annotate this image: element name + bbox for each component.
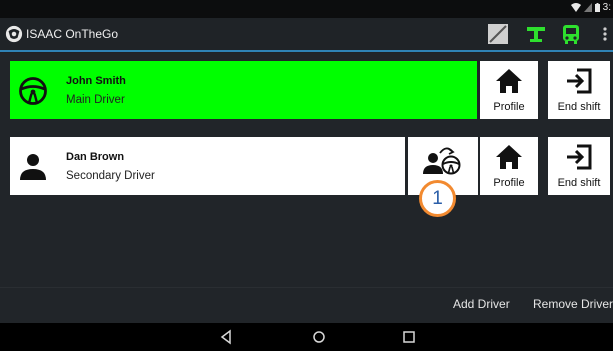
steering-wheel-icon — [19, 77, 47, 105]
driver-name: John Smith — [66, 75, 126, 87]
drivers-panel: John Smith Main Driver Profile End shift… — [0, 53, 613, 323]
recent-apps-icon[interactable] — [401, 329, 417, 345]
home-nav-icon[interactable] — [311, 329, 327, 345]
signal-icon — [583, 3, 592, 12]
battery-icon — [594, 3, 600, 12]
end-shift-label: End shift — [557, 177, 601, 189]
home-icon — [496, 145, 522, 169]
app-logo-icon — [5, 25, 23, 43]
add-driver-button[interactable]: Add Driver — [453, 297, 510, 311]
system-nav-bar — [0, 323, 613, 351]
app-title: ISAAC OnTheGo — [26, 27, 119, 41]
back-icon[interactable] — [218, 329, 234, 345]
home-icon — [496, 69, 522, 93]
callout-badge: 1 — [419, 180, 456, 217]
profile-button-secondary[interactable]: Profile — [480, 137, 538, 195]
end-shift-button-main[interactable]: End shift — [548, 61, 610, 119]
driver-role: Main Driver — [66, 94, 125, 106]
more-menu-icon[interactable] — [600, 23, 610, 45]
driver-name: Dan Brown — [66, 151, 125, 163]
bottom-action-bar: Add Driver Remove Driver — [0, 287, 613, 323]
exit-icon — [567, 144, 592, 170]
switch-to-main-driver-icon — [423, 147, 461, 175]
person-icon — [20, 154, 46, 180]
end-shift-button-secondary[interactable]: End shift — [548, 137, 610, 195]
no-signal-icon[interactable] — [487, 23, 509, 45]
exit-icon — [567, 68, 592, 94]
app-bar: ISAAC OnTheGo — [0, 18, 613, 52]
driver-card-main[interactable]: John Smith Main Driver — [10, 61, 477, 119]
antenna-icon[interactable] — [525, 23, 547, 45]
profile-label: Profile — [493, 177, 525, 189]
profile-button-main[interactable]: Profile — [480, 61, 538, 119]
wifi-icon — [570, 3, 581, 12]
driver-role: Secondary Driver — [66, 170, 155, 182]
status-icons: 3: — [570, 2, 611, 13]
driver-card-secondary[interactable]: Dan Brown Secondary Driver — [10, 137, 405, 195]
remove-driver-button[interactable]: Remove Driver — [533, 297, 613, 311]
status-bar: 3: — [0, 0, 613, 18]
status-time: 3: — [602, 2, 611, 13]
truck-icon[interactable] — [560, 23, 582, 45]
end-shift-label: End shift — [557, 101, 601, 113]
profile-label: Profile — [493, 101, 525, 113]
